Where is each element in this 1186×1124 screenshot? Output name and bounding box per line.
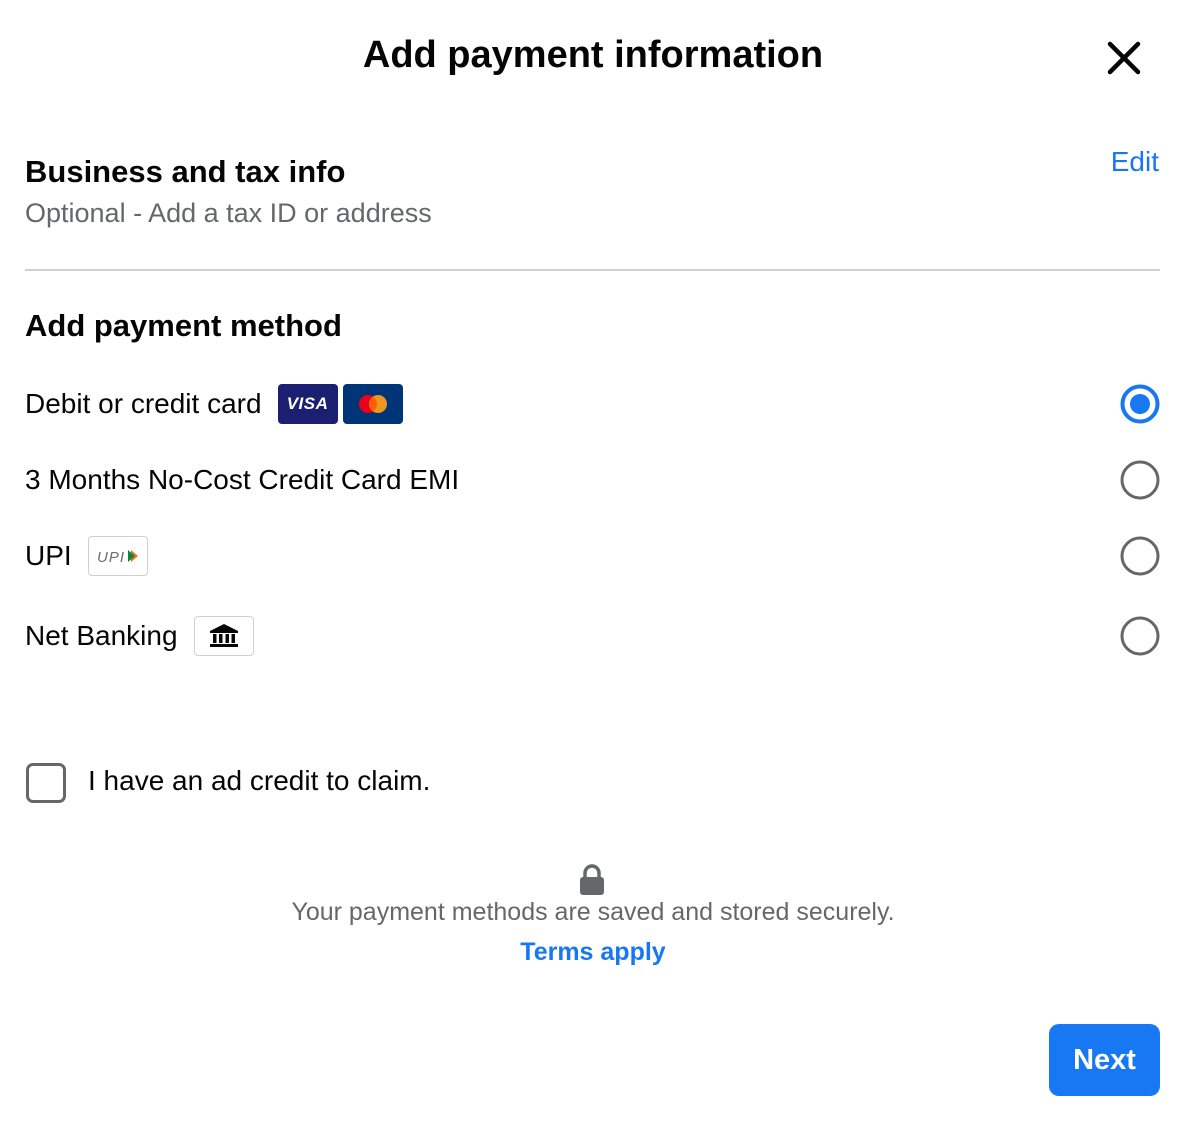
radio-card[interactable] [1120, 384, 1160, 424]
divider [25, 269, 1160, 271]
ad-credit-checkbox[interactable] [26, 763, 66, 803]
mastercard-logo [342, 384, 403, 424]
payment-option-emi[interactable]: 3 Months No-Cost Credit Card EMI [25, 452, 1160, 508]
dialog-title: Add payment information [362, 34, 824, 76]
payment-option-upi[interactable]: UPI UPI [25, 528, 1160, 584]
payment-option-card[interactable]: Debit or credit card VISA [25, 376, 1160, 432]
radio-upi[interactable] [1120, 536, 1160, 576]
visa-logo: VISA [277, 384, 338, 424]
radio-emi[interactable] [1120, 460, 1160, 500]
payment-option-netbanking[interactable]: Net Banking [25, 608, 1160, 664]
ad-credit-label: I have an ad credit to claim. [88, 765, 431, 796]
svg-text:UPI: UPI [97, 549, 125, 565]
bank-icon [193, 616, 254, 656]
next-button[interactable]: Next [1049, 1024, 1160, 1096]
close-icon [1107, 41, 1141, 75]
edit-business-link[interactable]: Edit [1111, 146, 1159, 178]
terms-link[interactable]: Terms apply [520, 938, 665, 966]
lock-icon [578, 864, 606, 901]
close-button[interactable] [1104, 38, 1144, 78]
option-label: Debit or credit card [25, 388, 262, 419]
business-section-title: Business and tax info [25, 154, 346, 189]
business-section-subtitle: Optional - Add a tax ID or address [25, 198, 432, 228]
option-label: 3 Months No-Cost Credit Card EMI [25, 464, 460, 495]
upi-logo: UPI [87, 536, 148, 576]
option-label: UPI [25, 540, 72, 571]
option-label: Net Banking [25, 620, 178, 651]
security-message: Your payment methods are saved and store… [291, 898, 895, 926]
payment-section-title: Add payment method [25, 308, 342, 343]
radio-netbanking[interactable] [1120, 616, 1160, 656]
